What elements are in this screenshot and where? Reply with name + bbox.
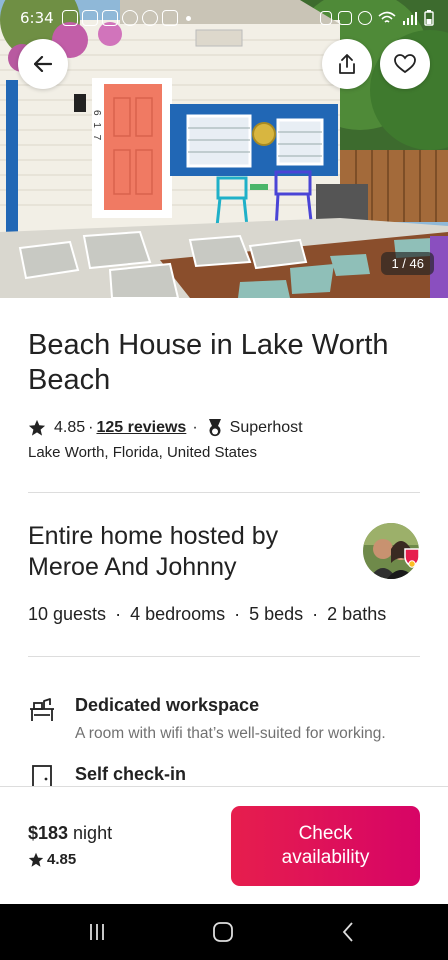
home-stats: 10 guests · 4 bedrooms · 5 beds · 2 bath… [28,604,386,625]
share-button[interactable] [322,39,372,89]
guests-count: 10 guests [28,604,107,624]
amenity-item: Dedicated workspace A room with wifi tha… [28,695,386,743]
beds-count: 5 beds [249,604,304,624]
battery-icon [424,10,434,26]
back-nav-icon[interactable] [338,922,360,942]
signal-icon [403,12,417,25]
heart-icon [394,54,416,74]
separator: · [88,419,94,436]
desk-icon [30,698,54,721]
lock-icon [320,11,332,25]
superhost-label: Superhost [229,419,303,436]
separator: · [312,604,319,624]
booking-bar: $183 night 4.85 Check availability [0,786,448,904]
reviews-link[interactable]: 125 reviews [96,419,186,437]
photo-counter: 1 / 46 [381,252,434,275]
amenity-title: Dedicated workspace [75,695,260,715]
back-button[interactable] [18,39,68,89]
system-navigation-bar [0,904,448,960]
photo-icon [161,10,178,26]
price-unit: night [68,823,113,843]
rating-value: 4.85 [47,851,77,868]
notification-icons [61,10,191,26]
price-amount: $183 [28,823,69,843]
home-icon[interactable] [212,922,234,942]
rating-value: 4.85 [54,419,86,436]
photo-icon [101,10,118,26]
check-availability-button[interactable]: Check availability [231,806,420,886]
nfc-icon [338,11,352,25]
recent-apps-icon[interactable] [86,922,108,942]
booking-rating: 4.85 [28,851,76,868]
save-button[interactable] [380,39,430,89]
more-notifications-icon [185,15,191,21]
system-icons [320,10,434,26]
superhost-medal-icon [208,419,221,437]
facebook-icon [121,10,138,26]
arrow-left-icon [34,56,52,72]
instagram-icon [61,10,78,26]
bedrooms-count: 4 bedrooms [130,604,226,624]
listing-title: Beach House in Lake Worth Beach [28,329,389,396]
superhost-badge-icon [404,548,420,568]
house-number: 6 1 7 [91,110,102,143]
share-icon [339,54,355,74]
separator: · [234,604,241,624]
location-text[interactable]: Lake Worth, Florida, United States [28,444,257,461]
amenity-title: Self check-in [75,764,187,784]
alarm-icon [358,11,372,25]
facebook-icon [141,10,158,26]
host-heading: Entire home hosted by Meroe And Johnny [28,522,279,581]
listing-meta: 4.85 · 125 reviews · Superhost [28,418,303,438]
wifi-icon [378,11,396,23]
house-photo [0,0,448,298]
status-bar: 6:34 [0,0,448,36]
separator: · [192,419,198,436]
listing-photo[interactable]: 6 1 7 [0,0,448,298]
amenity-description: A room with wifi that’s well-suited for … [75,725,386,742]
baths-count: 2 baths [327,604,387,624]
status-time: 6:34 [20,9,54,27]
divider [28,656,420,657]
star-icon [28,852,44,867]
star-icon [28,419,46,436]
separator: · [115,604,122,624]
nightly-price: $183 night [28,823,112,844]
photo-icon [81,10,98,26]
divider [28,492,420,493]
